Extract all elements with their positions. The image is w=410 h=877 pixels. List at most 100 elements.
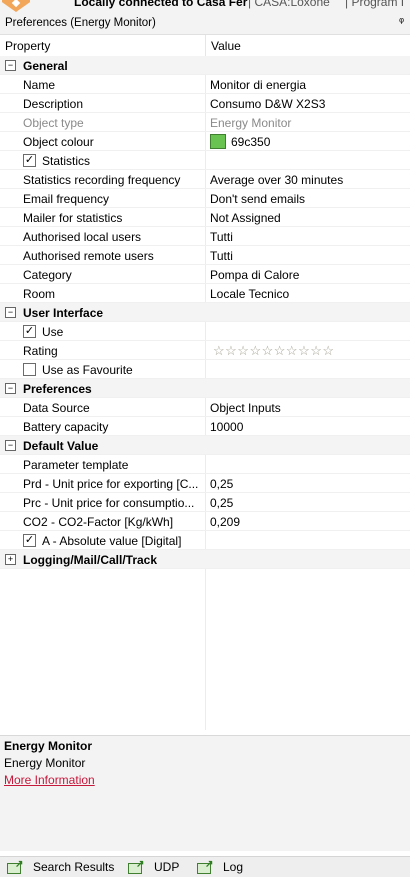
property-value[interactable]: Pompa di Calore [210, 268, 299, 282]
property-row-email-frequency[interactable]: Email frequency Don't send emails [0, 189, 410, 208]
property-label: Data Source [23, 401, 90, 415]
property-label: Prc - Unit price for consumptio... [23, 496, 195, 510]
property-row-mailer[interactable]: Mailer for statistics Not Assigned [0, 208, 410, 227]
property-row-battery-capacity[interactable]: Battery capacity 10000 [0, 417, 410, 436]
property-value[interactable]: 0,209 [210, 515, 240, 529]
property-label: Object colour [23, 135, 94, 149]
property-label: Authorised remote users [23, 249, 154, 263]
bottom-tab-bar: ↗ Search Results ↗ UDP ↗ Log [0, 856, 410, 877]
property-value[interactable]: Not Assigned [210, 211, 281, 225]
window-icon: ↗ [196, 859, 213, 874]
property-value[interactable]: 0,25 [210, 496, 233, 510]
tab-label: Log [223, 860, 244, 874]
property-grid-header: Property Value [0, 35, 410, 57]
property-label: ✓ Use [23, 325, 64, 339]
more-information-link[interactable]: More Information [4, 773, 95, 787]
collapse-icon[interactable]: − [5, 307, 16, 318]
property-value[interactable]: 10000 [210, 420, 243, 434]
property-label: Description [23, 97, 84, 111]
category-label: Preferences [23, 382, 92, 396]
collapse-icon[interactable]: − [5, 60, 16, 71]
description-pane: Energy Monitor Energy Monitor More Infor… [0, 735, 410, 851]
property-row-co2[interactable]: CO2 - CO2-Factor [Kg/kWh] 0,209 [0, 512, 410, 531]
property-label: Authorised local users [23, 230, 142, 244]
property-row-name[interactable]: Name Monitor di energia [0, 75, 410, 94]
property-row-category[interactable]: Category Pompa di Calore [0, 265, 410, 284]
category-general[interactable]: − General [0, 56, 410, 75]
category-preferences[interactable]: − Preferences [0, 379, 410, 398]
property-label: Category [23, 268, 72, 282]
tab-casa-loxone[interactable]: | CASA:Loxone [248, 0, 330, 9]
collapse-icon[interactable]: − [5, 440, 16, 451]
category-logging[interactable]: + Logging/Mail/Call/Track [0, 550, 410, 569]
property-value[interactable]: Tutti [210, 230, 233, 244]
property-label: Mailer for statistics [23, 211, 123, 225]
category-label: Logging/Mail/Call/Track [23, 553, 158, 567]
use-checkbox[interactable]: ✓ [23, 325, 36, 339]
tab-program[interactable]: | Program I [345, 0, 404, 9]
property-row-prd[interactable]: Prd - Unit price for exporting [C... 0,2… [0, 474, 410, 493]
description-title: Energy Monitor [4, 739, 93, 753]
favourite-checkbox[interactable] [23, 363, 36, 377]
property-row-object-colour[interactable]: Object colour 69c350 [0, 132, 410, 151]
property-row-statistics-frequency[interactable]: Statistics recording frequency Average o… [0, 170, 410, 189]
property-value: Energy Monitor [210, 116, 292, 130]
window-icon: ↗ [127, 859, 144, 874]
property-row-absolute-value[interactable]: ✓ A - Absolute value [Digital] [0, 531, 410, 550]
property-label: Prd - Unit price for exporting [C... [23, 477, 199, 491]
window-tab-strip: Locally connected to Casa Fer | CASA:Lox… [0, 0, 410, 14]
app-logo-icon[interactable] [2, 0, 30, 12]
property-value[interactable]: Monitor di energia [210, 78, 306, 92]
window-icon: ↗ [6, 859, 23, 874]
category-label: General [23, 59, 68, 73]
property-row-use[interactable]: ✓ Use [0, 322, 410, 341]
property-value[interactable]: Locale Tecnico [210, 287, 289, 301]
pin-icon[interactable]: ᵠ [399, 16, 404, 28]
tab-label: UDP [154, 860, 180, 874]
tab-label: Search Results [33, 860, 115, 874]
property-grid: − General Name Monitor di energia Descri… [0, 56, 410, 730]
property-row-description[interactable]: Description Consumo D&W X2S3 [0, 94, 410, 113]
property-row-authorised-remote-users[interactable]: Authorised remote users Tutti [0, 246, 410, 265]
expand-icon[interactable]: + [5, 554, 16, 565]
absolute-value-checkbox[interactable]: ✓ [23, 534, 36, 548]
panel-title: Preferences (Energy Monitor) [5, 17, 156, 29]
statistics-checkbox[interactable]: ✓ [23, 154, 36, 168]
category-label: User Interface [23, 306, 104, 320]
property-row-room[interactable]: Room Locale Tecnico [0, 284, 410, 303]
property-row-data-source[interactable]: Data Source Object Inputs [0, 398, 410, 417]
property-row-authorised-local-users[interactable]: Authorised local users Tutti [0, 227, 410, 246]
property-value[interactable]: 69c350 [210, 134, 270, 150]
property-row-use-as-favourite[interactable]: Use as Favourite [0, 360, 410, 379]
property-value[interactable]: Consumo D&W X2S3 [210, 97, 325, 111]
property-value[interactable]: 0,25 [210, 477, 233, 491]
property-row-statistics[interactable]: ✓ Statistics [0, 151, 410, 170]
property-label: Use as Favourite [23, 363, 203, 377]
property-label: Rating [23, 344, 58, 358]
rating-stars-icon[interactable]: ☆☆☆☆☆☆☆☆☆☆ [213, 343, 335, 359]
property-row-prc[interactable]: Prc - Unit price for consumptio... 0,25 [0, 493, 410, 512]
property-value[interactable]: Tutti [210, 249, 233, 263]
property-value[interactable]: Object Inputs [210, 401, 281, 415]
property-label: Parameter template [23, 458, 129, 472]
connection-status: Locally connected to Casa Fer [74, 0, 248, 9]
property-label: Object type [23, 116, 84, 130]
property-label: Room [23, 287, 56, 301]
property-value[interactable]: Don't send emails [210, 192, 305, 206]
property-label: Statistics recording frequency [23, 173, 181, 187]
collapse-icon[interactable]: − [5, 383, 16, 394]
column-divider[interactable] [205, 35, 206, 56]
column-header-property[interactable]: Property [5, 39, 50, 53]
description-text: Energy Monitor [4, 756, 86, 770]
category-user-interface[interactable]: − User Interface [0, 303, 410, 322]
property-row-object-type: Object type Energy Monitor [0, 113, 410, 132]
color-swatch[interactable] [210, 134, 226, 150]
property-label: CO2 - CO2-Factor [Kg/kWh] [23, 515, 174, 529]
column-header-value[interactable]: Value [211, 39, 241, 53]
property-label: Battery capacity [23, 420, 109, 434]
category-default-value[interactable]: − Default Value [0, 436, 410, 455]
preferences-panel-header: Preferences (Energy Monitor) ᵠ [0, 14, 410, 35]
property-row-parameter-template[interactable]: Parameter template [0, 455, 410, 474]
property-value[interactable]: Average over 30 minutes [210, 173, 343, 187]
property-row-rating[interactable]: Rating ☆☆☆☆☆☆☆☆☆☆ [0, 341, 410, 360]
